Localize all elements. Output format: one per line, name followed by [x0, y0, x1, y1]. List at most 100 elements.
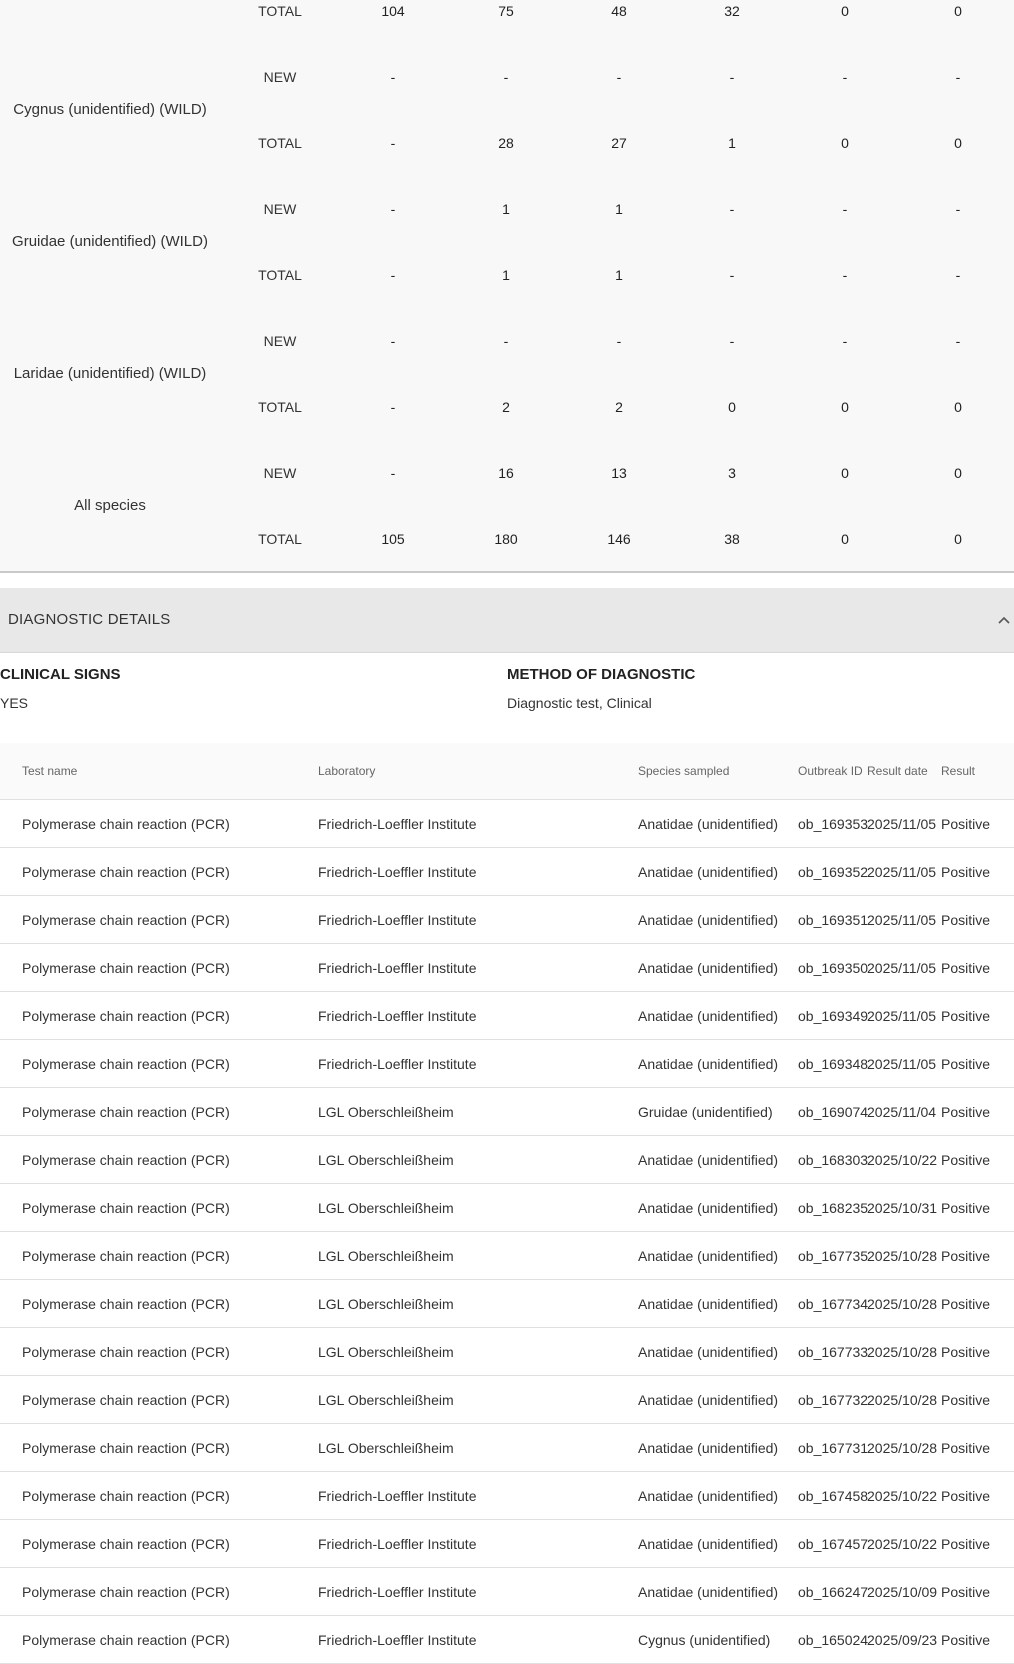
header-test-name[interactable]: Test name	[22, 743, 77, 799]
species-cell: Gruidae (unidentified)	[638, 1104, 773, 1120]
laboratory-cell: LGL Oberschleißheim	[318, 1248, 454, 1264]
header-outbreak-id[interactable]: Outbreak ID	[798, 743, 863, 799]
species-name: All species	[74, 497, 146, 514]
row-type-label: TOTAL	[258, 267, 302, 283]
species-cell: Anatidae (unidentified)	[638, 1344, 779, 1360]
table-row[interactable]: Polymerase chain reaction (PCR) Friedrich…	[0, 1568, 1014, 1616]
table-row[interactable]: Polymerase chain reaction (PCR) LGL Obers…	[0, 1088, 1014, 1136]
laboratory-cell: LGL Oberschleißheim	[318, 1392, 454, 1408]
result-date-cell: 2025/10/22	[867, 1536, 938, 1552]
summary-cell: -	[955, 201, 961, 217]
laboratory-cell: Friedrich-Loeffler Institute	[318, 1008, 477, 1024]
table-row[interactable]: Polymerase chain reaction (PCR) Friedrich…	[0, 1472, 1014, 1520]
result-date-cell: 2025/10/09	[867, 1584, 938, 1600]
summary-cell: -	[842, 69, 848, 85]
outbreak-id-cell: ob_167457	[798, 1536, 869, 1552]
summary-cell: 27	[611, 135, 627, 151]
summary-cell: 105	[381, 531, 405, 547]
result-cell: Positive	[941, 1104, 991, 1120]
result-date-cell: 2025/11/05	[867, 816, 937, 832]
test-name-cell: Polymerase chain reaction (PCR)	[22, 960, 230, 976]
summary-cell: 0	[954, 399, 962, 415]
summary-cell: -	[390, 135, 396, 151]
outbreak-id-cell: ob_167735	[798, 1248, 869, 1264]
table-row[interactable]: Polymerase chain reaction (PCR) LGL Obers…	[0, 1376, 1014, 1424]
summary-cell: 32	[724, 3, 740, 19]
summary-cell: -	[842, 267, 848, 283]
result-cell: Positive	[941, 1152, 991, 1168]
species-cell: Anatidae (unidentified)	[638, 1200, 779, 1216]
table-row[interactable]: Polymerase chain reaction (PCR) Friedrich…	[0, 944, 1014, 992]
species-cell: Anatidae (unidentified)	[638, 1584, 779, 1600]
result-date-cell: 2025/10/28	[867, 1392, 938, 1408]
summary-cell: -	[390, 69, 396, 85]
row-type-label: TOTAL	[258, 531, 302, 547]
summary-cell: 180	[494, 531, 518, 547]
table-row[interactable]: Polymerase chain reaction (PCR) LGL Obers…	[0, 1328, 1014, 1376]
table-row[interactable]: Polymerase chain reaction (PCR) LGL Obers…	[0, 1232, 1014, 1280]
table-row[interactable]: Polymerase chain reaction (PCR) Friedrich…	[0, 896, 1014, 944]
test-name-cell: Polymerase chain reaction (PCR)	[22, 1584, 230, 1600]
summary-row: TOTAL 104 75 48 32 0 0	[0, 0, 1014, 26]
table-row[interactable]: Polymerase chain reaction (PCR) Friedrich…	[0, 1040, 1014, 1088]
summary-cell: -	[616, 69, 622, 85]
result-cell: Positive	[941, 1392, 991, 1408]
chevron-up-icon[interactable]	[996, 612, 1012, 628]
table-row[interactable]: Polymerase chain reaction (PCR) Friedrich…	[0, 1616, 1014, 1664]
laboratory-cell: LGL Oberschleißheim	[318, 1200, 454, 1216]
test-name-cell: Polymerase chain reaction (PCR)	[22, 912, 230, 928]
species-cell: Anatidae (unidentified)	[638, 1248, 779, 1264]
laboratory-cell: LGL Oberschleißheim	[318, 1296, 454, 1312]
summary-cell: 0	[728, 399, 736, 415]
outbreak-id-cell: ob_165024	[798, 1632, 869, 1648]
result-date-cell: 2025/09/23	[867, 1632, 938, 1648]
table-row[interactable]: Polymerase chain reaction (PCR) Friedrich…	[0, 992, 1014, 1040]
table-row[interactable]: Polymerase chain reaction (PCR) LGL Obers…	[0, 1184, 1014, 1232]
header-result[interactable]: Result	[941, 743, 975, 799]
header-laboratory[interactable]: Laboratory	[318, 743, 375, 799]
summary-cell: -	[390, 465, 396, 481]
section-title: DIAGNOSTIC DETAILS	[8, 611, 171, 628]
summary-cell: -	[729, 267, 735, 283]
header-species-sampled[interactable]: Species sampled	[638, 743, 729, 799]
diagnostic-tests-table: Test name Laboratory Species sampled Out…	[0, 743, 1014, 1664]
table-row[interactable]: Polymerase chain reaction (PCR) Friedrich…	[0, 848, 1014, 896]
laboratory-cell: Friedrich-Loeffler Institute	[318, 1488, 477, 1504]
table-row[interactable]: Polymerase chain reaction (PCR) Friedrich…	[0, 1520, 1014, 1568]
row-type-label: TOTAL	[258, 3, 302, 19]
result-cell: Positive	[941, 816, 991, 832]
summary-cell: -	[842, 201, 848, 217]
table-row[interactable]: Polymerase chain reaction (PCR) LGL Obers…	[0, 1136, 1014, 1184]
summary-cell: 104	[381, 3, 405, 19]
laboratory-cell: Friedrich-Loeffler Institute	[318, 1632, 477, 1648]
result-cell: Positive	[941, 1008, 991, 1024]
diagnostic-details-header[interactable]: DIAGNOSTIC DETAILS	[0, 588, 1014, 653]
result-cell: Positive	[941, 960, 991, 976]
table-row[interactable]: Polymerase chain reaction (PCR) LGL Obers…	[0, 1424, 1014, 1472]
header-result-date[interactable]: Result date	[867, 743, 928, 799]
summary-cell: 0	[841, 135, 849, 151]
summary-cell: 48	[611, 3, 627, 19]
table-row[interactable]: Polymerase chain reaction (PCR) LGL Obers…	[0, 1280, 1014, 1328]
outbreak-id-cell: ob_168303	[798, 1152, 869, 1168]
test-name-cell: Polymerase chain reaction (PCR)	[22, 1152, 230, 1168]
result-date-cell: 2025/11/04	[867, 1104, 937, 1120]
species-cell: Anatidae (unidentified)	[638, 1488, 779, 1504]
result-date-cell: 2025/10/28	[867, 1296, 938, 1312]
result-cell: Positive	[941, 864, 991, 880]
laboratory-cell: Friedrich-Loeffler Institute	[318, 864, 477, 880]
summary-cell: 0	[954, 531, 962, 547]
summary-cell: 1	[502, 267, 510, 283]
result-cell: Positive	[941, 1248, 991, 1264]
row-type-label: NEW	[263, 201, 297, 217]
outbreak-id-cell: ob_167732	[798, 1392, 869, 1408]
species-cell: Anatidae (unidentified)	[638, 1440, 779, 1456]
table-header: Test name Laboratory Species sampled Out…	[0, 743, 1014, 800]
summary-cell: 16	[498, 465, 514, 481]
result-cell: Positive	[941, 1632, 991, 1648]
test-name-cell: Polymerase chain reaction (PCR)	[22, 1296, 230, 1312]
result-cell: Positive	[941, 1056, 991, 1072]
summary-row: NEW - 16 13 3 0 0	[0, 458, 1014, 488]
laboratory-cell: Friedrich-Loeffler Institute	[318, 912, 477, 928]
table-row[interactable]: Polymerase chain reaction (PCR) Friedrich…	[0, 800, 1014, 848]
